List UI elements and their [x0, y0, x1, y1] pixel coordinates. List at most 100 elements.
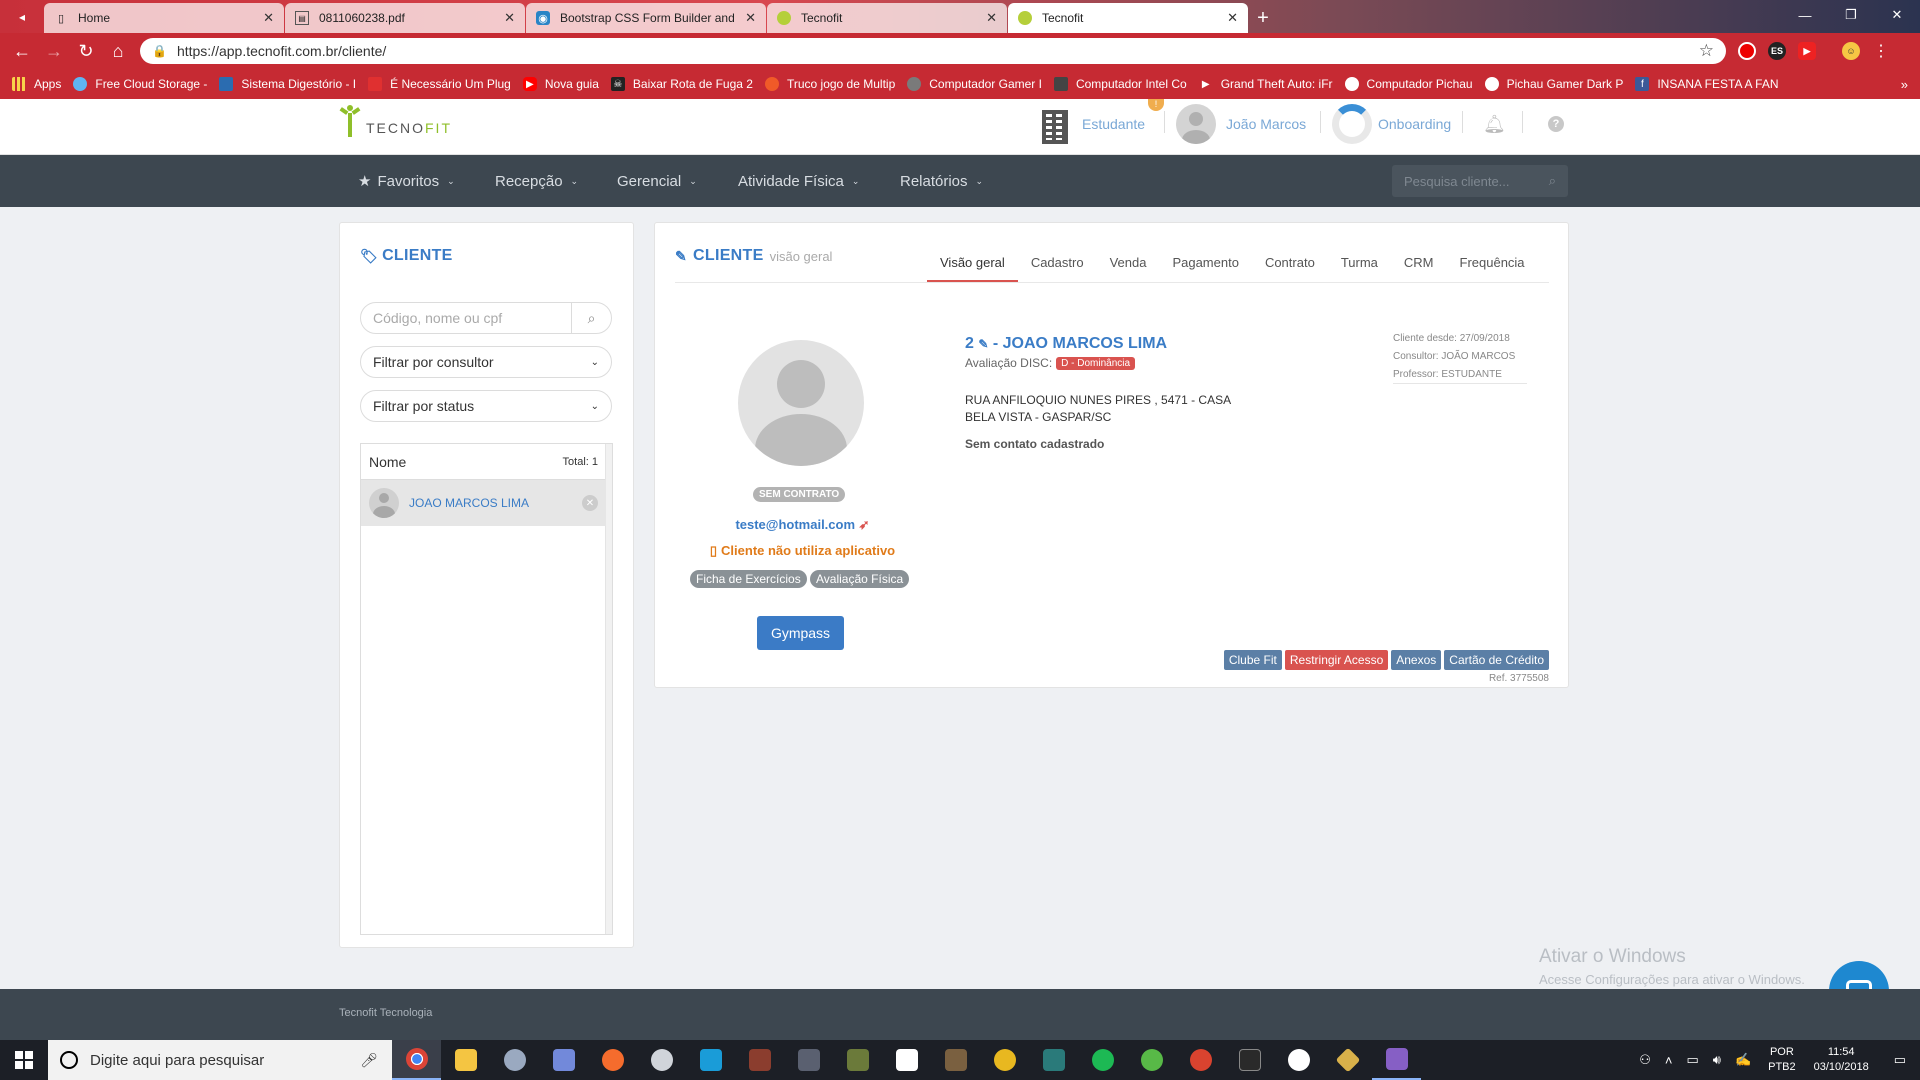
pen-icon[interactable]: ✍: [1735, 1052, 1751, 1068]
menu-icon[interactable]: ⋮: [1866, 36, 1896, 66]
tab-venda[interactable]: Venda: [1097, 243, 1160, 281]
spotify-icon[interactable]: [1078, 1040, 1127, 1080]
tab-frequencia[interactable]: Frequência: [1447, 243, 1538, 281]
notifications-icon[interactable]: ▭: [1894, 1052, 1906, 1068]
minimize-icon[interactable]: —: [1782, 0, 1828, 30]
bookmarks-overflow-icon[interactable]: »: [1901, 77, 1908, 92]
bookmark-item[interactable]: ▶ Nova guia: [522, 77, 599, 91]
close-icon[interactable]: ✕: [986, 10, 997, 26]
tab-pagamento[interactable]: Pagamento: [1159, 243, 1252, 281]
address-bar[interactable]: 🔒 https://app.tecnofit.com.br/cliente/ ☆: [140, 38, 1726, 64]
visual-studio-icon[interactable]: [1372, 1040, 1421, 1080]
close-icon[interactable]: ✕: [745, 10, 756, 26]
git-icon[interactable]: [1323, 1040, 1372, 1080]
browser-tab[interactable]: ◉ Bootstrap CSS Form Builder and ✕: [526, 3, 766, 33]
tecnofit-logo[interactable]: TECNOFIT: [338, 105, 452, 137]
bookmark-star-icon[interactable]: ☆: [1699, 41, 1714, 61]
browser-tab[interactable]: ▤ 0811060238.pdf ✕: [285, 3, 525, 33]
bookmark-item[interactable]: Free Cloud Storage -: [73, 77, 207, 91]
tab-scroll-left-icon[interactable]: ◂: [0, 0, 44, 33]
consultor-filter-select[interactable]: Filtrar por consultor ⌄: [360, 346, 612, 378]
client-search-input[interactable]: Pesquisa cliente... ⌕: [1392, 165, 1568, 197]
restrict-access-button[interactable]: Restringir Acesso: [1284, 650, 1389, 670]
back-icon[interactable]: ←: [6, 35, 38, 67]
bookmark-item[interactable]: Computador Intel Co: [1053, 77, 1187, 91]
new-tab-button[interactable]: +: [1249, 3, 1277, 33]
tab-contrato[interactable]: Contrato: [1252, 243, 1328, 281]
onboarding-link[interactable]: Onboarding: [1332, 99, 1451, 149]
clube-fit-button[interactable]: Clube Fit: [1223, 650, 1282, 670]
list-item[interactable]: JOAO MARCOS LIMA ✕: [361, 480, 606, 526]
close-icon[interactable]: ✕: [504, 10, 515, 26]
bookmark-item[interactable]: Computador Pichau: [1344, 77, 1473, 91]
utorrent-icon[interactable]: [1127, 1040, 1176, 1080]
tag-ficha-exercicios[interactable]: Ficha de Exercícios: [690, 570, 807, 588]
uplay-icon[interactable]: [686, 1040, 735, 1080]
client-name-heading[interactable]: 2 ✎ - JOAO MARCOS LIMA: [965, 335, 1167, 353]
nav-gerencial[interactable]: Gerencial ⌄: [617, 155, 697, 207]
origin-icon[interactable]: [588, 1040, 637, 1080]
network-icon[interactable]: ▭: [1686, 1052, 1698, 1068]
bookmark-item[interactable]: Sistema Digestório - I: [219, 77, 356, 91]
file-explorer-icon[interactable]: [441, 1040, 490, 1080]
settings-icon[interactable]: [1274, 1040, 1323, 1080]
close-icon[interactable]: ✕: [1227, 10, 1238, 26]
bookmark-item[interactable]: Computador Gamer I: [907, 77, 1042, 91]
language-indicator[interactable]: POR PTB2: [1768, 1045, 1796, 1075]
chevron-up-icon[interactable]: ˄: [1665, 1053, 1673, 1068]
bookmark-item[interactable]: Truco jogo de Multip: [764, 77, 895, 91]
help-icon[interactable]: ?: [1548, 99, 1564, 149]
status-filter-select[interactable]: Filtrar por status ⌄: [360, 390, 612, 422]
game-icon[interactable]: [980, 1040, 1029, 1080]
bookmark-item[interactable]: Apps: [12, 77, 61, 91]
browser-tab[interactable]: ▯ Home ✕: [44, 3, 284, 33]
chrome-icon[interactable]: [392, 1040, 441, 1080]
tab-visao-geral[interactable]: Visão geral: [927, 243, 1018, 283]
taskbar-search-input[interactable]: Digite aqui para pesquisar 🎤︎: [48, 1040, 392, 1080]
cortana-app-icon[interactable]: [490, 1040, 539, 1080]
microphone-icon[interactable]: 🎤︎: [360, 1052, 378, 1069]
search-icon[interactable]: ⌕: [571, 303, 611, 333]
game-icon[interactable]: [735, 1040, 784, 1080]
bookmark-item[interactable]: É Necessário Um Plug: [368, 77, 511, 91]
game-icon[interactable]: [1029, 1040, 1078, 1080]
wattpad-icon[interactable]: [882, 1040, 931, 1080]
close-icon[interactable]: ✕: [263, 10, 274, 26]
game-icon[interactable]: [784, 1040, 833, 1080]
restore-icon[interactable]: ❐: [1828, 0, 1874, 30]
client-email[interactable]: teste@hotmail.com ➶: [655, 517, 950, 533]
steam-icon[interactable]: [637, 1040, 686, 1080]
browser-tab-active[interactable]: Tecnofit ✕: [1008, 3, 1248, 33]
clock[interactable]: 11:54 03/10/2018: [1814, 1045, 1869, 1075]
bookmark-item[interactable]: ☠ Baixar Rota de Fuga 2: [610, 77, 753, 91]
credit-card-button[interactable]: Cartão de Crédito: [1444, 650, 1549, 670]
client-name[interactable]: JOAO MARCOS LIMA: [409, 496, 529, 510]
gympass-button[interactable]: Gympass: [757, 616, 844, 650]
bookmark-item[interactable]: Pichau Gamer Dark P: [1484, 77, 1623, 91]
ccleaner-icon[interactable]: [1176, 1040, 1225, 1080]
close-window-icon[interactable]: ✕: [1874, 0, 1920, 30]
windows-start-icon[interactable]: [0, 1040, 48, 1080]
profile-avatar-icon[interactable]: ☺: [1836, 36, 1866, 66]
tag-avaliacao-fisica[interactable]: Avaliação Física: [810, 570, 910, 588]
people-icon[interactable]: ⚇: [1639, 1052, 1651, 1068]
nav-relatorios[interactable]: Relatórios ⌄: [900, 155, 983, 207]
unit-selector[interactable]: Estudante: [1038, 99, 1145, 149]
remove-icon[interactable]: ✕: [582, 495, 598, 511]
extension-adblock-icon[interactable]: [1732, 36, 1762, 66]
pencil-icon[interactable]: ✎: [978, 337, 988, 351]
discord-icon[interactable]: [539, 1040, 588, 1080]
tab-turma[interactable]: Turma: [1328, 243, 1391, 281]
reload-icon[interactable]: ↻: [70, 35, 102, 67]
search-input[interactable]: Código, nome ou cpf ⌕: [360, 302, 612, 334]
nav-recepcao[interactable]: Recepção ⌄: [495, 155, 578, 207]
forward-icon[interactable]: →: [38, 35, 70, 67]
epic-games-icon[interactable]: [1225, 1040, 1274, 1080]
home-icon[interactable]: ⌂: [102, 35, 134, 67]
nav-favoritos[interactable]: ★ Favoritos ⌄: [358, 155, 455, 207]
extension-translate-icon[interactable]: ES: [1762, 36, 1792, 66]
browser-tab[interactable]: Tecnofit ✕: [767, 3, 1007, 33]
nav-atividade-fisica[interactable]: Atividade Física ⌄: [738, 155, 859, 207]
volume-icon[interactable]: 🔊︎: [1713, 1052, 1721, 1068]
bell-icon[interactable]: 🔔︎: [1483, 99, 1506, 149]
